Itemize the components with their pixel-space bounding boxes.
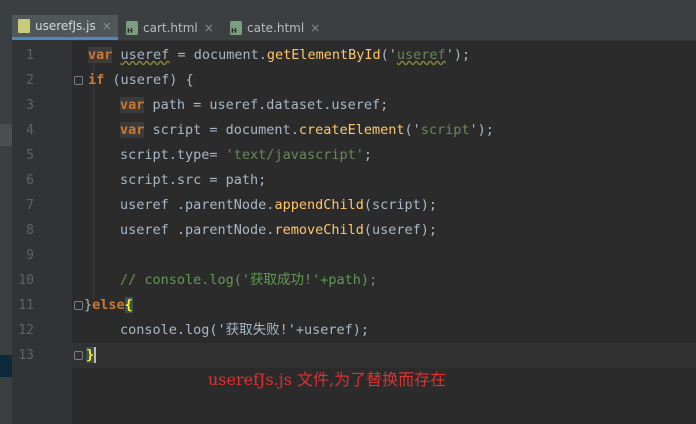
- code-line: useref .parentNode.removeChild(useref);: [120, 222, 437, 238]
- tab-label: cate.html: [247, 20, 305, 35]
- fold-marker-icon[interactable]: [74, 301, 83, 310]
- code-line: var useref = document.getElementById('us…: [88, 47, 471, 63]
- line-number: 3: [26, 98, 34, 113]
- html-file-icon: H: [230, 20, 242, 35]
- line-number: 1: [26, 48, 34, 63]
- fold-marker-icon[interactable]: [74, 351, 83, 360]
- code-line: console.log('获取失败!'+useref);: [120, 322, 370, 338]
- line-number: 11: [18, 298, 34, 313]
- panel-marker: [0, 124, 12, 146]
- line-number: 9: [26, 248, 34, 263]
- line-number: 4: [26, 123, 34, 138]
- line-number: 5: [26, 148, 34, 163]
- panel-marker: [0, 355, 12, 377]
- current-line-highlight: [72, 343, 696, 368]
- code-line: script.type= 'text/javascript';: [120, 147, 372, 163]
- close-icon[interactable]: ×: [102, 19, 112, 33]
- close-icon[interactable]: ×: [310, 21, 320, 35]
- tab-label: cart.html: [143, 20, 198, 35]
- code-comment: // console.log('获取成功!'+path);: [120, 272, 378, 288]
- line-number: 7: [26, 198, 34, 213]
- project-panel-edge: [0, 0, 12, 424]
- code-line: }else{: [84, 297, 133, 313]
- code-line: if (useref) {: [88, 72, 194, 88]
- code-line: script.src = path;: [120, 172, 267, 188]
- tab-bar-top: [12, 0, 696, 15]
- code-line: }: [86, 347, 97, 363]
- text-caret: [94, 347, 97, 363]
- tab-label: userefJs.js: [35, 19, 96, 33]
- line-number: 8: [26, 223, 34, 238]
- tab-cart[interactable]: H cart.html ×: [120, 15, 222, 40]
- line-number: 2: [26, 73, 34, 88]
- html-file-icon: H: [126, 20, 138, 35]
- indent-guide: [93, 60, 94, 300]
- line-number: 12: [18, 323, 34, 338]
- code-line: useref .parentNode.appendChild(script);: [120, 197, 437, 213]
- line-number: 13: [18, 348, 34, 363]
- tab-userefjs[interactable]: userefJs.js ×: [12, 15, 118, 40]
- close-icon[interactable]: ×: [204, 21, 214, 35]
- fold-marker-icon[interactable]: [74, 76, 83, 85]
- code-line: var script = document.createElement('scr…: [120, 122, 494, 138]
- line-number: 10: [18, 273, 34, 288]
- js-file-icon: [18, 19, 30, 33]
- annotation-text: userefJs.js 文件,为了替换而存在: [208, 370, 447, 389]
- editor-tab-bar: userefJs.js × H cart.html × H cate.html …: [12, 15, 696, 41]
- line-number: 6: [26, 173, 34, 188]
- code-line: var path = useref.dataset.useref;: [120, 97, 389, 113]
- tab-cate[interactable]: H cate.html ×: [224, 15, 330, 40]
